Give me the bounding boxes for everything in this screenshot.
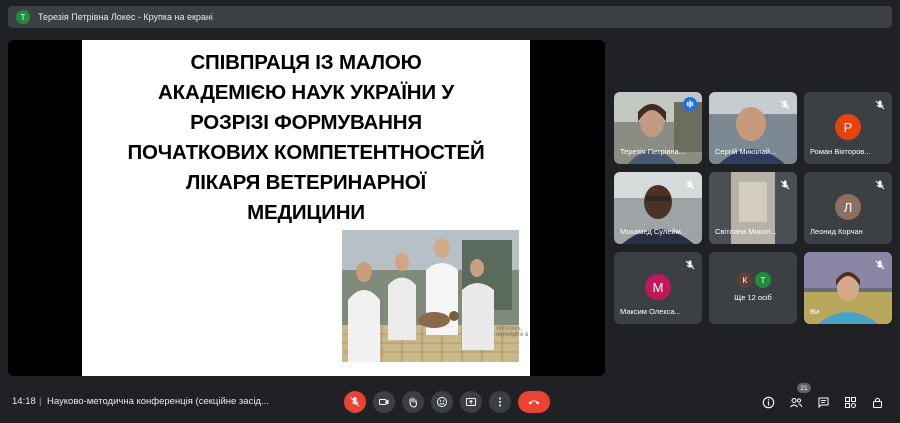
speaking-indicator-icon <box>683 97 697 111</box>
meeting-controls-bar: 14:18 | Науково-методична конференція (с… <box>0 382 900 423</box>
participant-avatar: Т <box>755 272 771 288</box>
host-controls-button[interactable] <box>868 393 886 411</box>
separator: | <box>39 396 42 407</box>
camera-icon <box>379 399 389 405</box>
participant-name: Мохамед Сулейм... <box>620 227 688 236</box>
slide-title-line: СПІВПРАЦЯ ІЗ МАЛОЮ <box>190 51 422 74</box>
mic-off-icon <box>684 258 696 270</box>
mic-off-icon <box>874 178 886 190</box>
participant-name: Леонид Корчан <box>810 227 863 236</box>
participant-tile[interactable]: Р Роман Вікторов... <box>804 92 892 164</box>
more-participants-avatars: К Т <box>737 272 773 288</box>
camera-toggle-button[interactable] <box>373 391 395 413</box>
activities-icon <box>844 396 856 408</box>
participant-name: Сергій Миколай... <box>715 147 777 156</box>
emoji-button[interactable] <box>431 391 453 413</box>
participant-tile[interactable]: Сергій Миколай... <box>709 92 797 164</box>
mic-off-icon <box>874 98 886 110</box>
more-participants-label: Ще 12 осіб <box>734 293 772 302</box>
slide-title-line: МЕДИЦИНИ <box>247 201 365 224</box>
mic-off-icon <box>874 258 886 270</box>
slide-title: СПІВПРАЦЯ ІЗ МАЛОЮ АКАДЕМІЄЮ НАУК УКРАЇН… <box>82 48 530 228</box>
chat-icon <box>818 397 828 408</box>
participant-avatar: М <box>645 274 671 300</box>
present-icon <box>466 398 476 406</box>
participant-name: Терезія Петрівна... <box>620 147 685 156</box>
participant-count-badge: 21 <box>797 383 811 393</box>
participant-avatar: Л <box>835 194 861 220</box>
more-options-button[interactable] <box>489 391 511 413</box>
end-call-icon <box>528 400 540 405</box>
presentation-slide: СПІВПРАЦЯ ІЗ МАЛОЮ АКАДЕМІЄЮ НАУК УКРАЇН… <box>82 40 530 376</box>
present-now-button[interactable] <box>460 391 482 413</box>
mic-off-icon <box>350 397 360 407</box>
participant-name: Роман Вікторов... <box>810 147 871 156</box>
raise-hand-icon <box>409 397 417 408</box>
participant-name: Ви <box>810 307 820 316</box>
meeting-details-button[interactable] <box>759 393 777 411</box>
presenter-avatar: Т <box>16 10 30 24</box>
participant-avatar: К <box>737 272 753 288</box>
activities-button[interactable] <box>841 393 859 411</box>
raise-hand-button[interactable] <box>402 391 424 413</box>
participant-tile[interactable]: Терезія Петрівна... <box>614 92 702 164</box>
presenting-label: Терезія Петрівна Локес - Крупка на екран… <box>38 12 213 22</box>
participant-avatar: Р <box>835 114 861 140</box>
slide-photo <box>342 230 519 362</box>
presenting-banner: Т Терезія Петрівна Локес - Крупка на екр… <box>8 6 892 28</box>
slide-title-line: ЛІКАРЯ ВЕТЕРИНАРНОЇ <box>186 171 426 194</box>
windows-activation-watermark: Windows, перейдіте в <box>496 326 529 338</box>
mic-off-icon <box>779 98 791 110</box>
slide-title-line: АКАДЕМІЄЮ НАУК УКРАЇНИ У <box>158 81 454 104</box>
participant-name: Світлана Микол... <box>715 227 777 236</box>
participant-tile[interactable]: Світлана Микол... <box>709 172 797 244</box>
chat-button[interactable] <box>814 393 832 411</box>
leave-call-button[interactable] <box>518 391 550 413</box>
participant-name: Максим Олекса... <box>620 307 681 316</box>
slide-title-line: ПОЧАТКОВИХ КОМПЕТЕНТНОСТЕЙ <box>127 141 485 164</box>
participant-tile[interactable]: М Максим Олекса... <box>614 252 702 324</box>
people-button[interactable] <box>787 393 805 411</box>
slide-title-line: РОЗРІЗІ ФОРМУВАННЯ <box>190 111 422 134</box>
meeting-title: Науково-методична конференція (секційне … <box>47 396 269 407</box>
mic-toggle-button[interactable] <box>344 391 366 413</box>
participant-tile[interactable]: Л Леонид Корчан <box>804 172 892 244</box>
participant-tile[interactable]: Мохамед Сулейм... <box>614 172 702 244</box>
more-icon <box>499 397 501 407</box>
info-icon <box>762 396 774 408</box>
host-controls-icon <box>872 397 882 408</box>
mic-off-icon <box>779 178 791 190</box>
more-participants-tile[interactable]: К Т Ще 12 осіб <box>709 252 797 324</box>
self-tile[interactable]: Ви <box>804 252 892 324</box>
mic-off-icon <box>684 178 696 190</box>
meeting-clock: 14:18 <box>12 396 36 407</box>
shared-screen[interactable]: СПІВПРАЦЯ ІЗ МАЛОЮ АКАДЕМІЄЮ НАУК УКРАЇН… <box>8 40 605 376</box>
people-icon <box>790 397 803 407</box>
emoji-icon <box>437 397 447 407</box>
